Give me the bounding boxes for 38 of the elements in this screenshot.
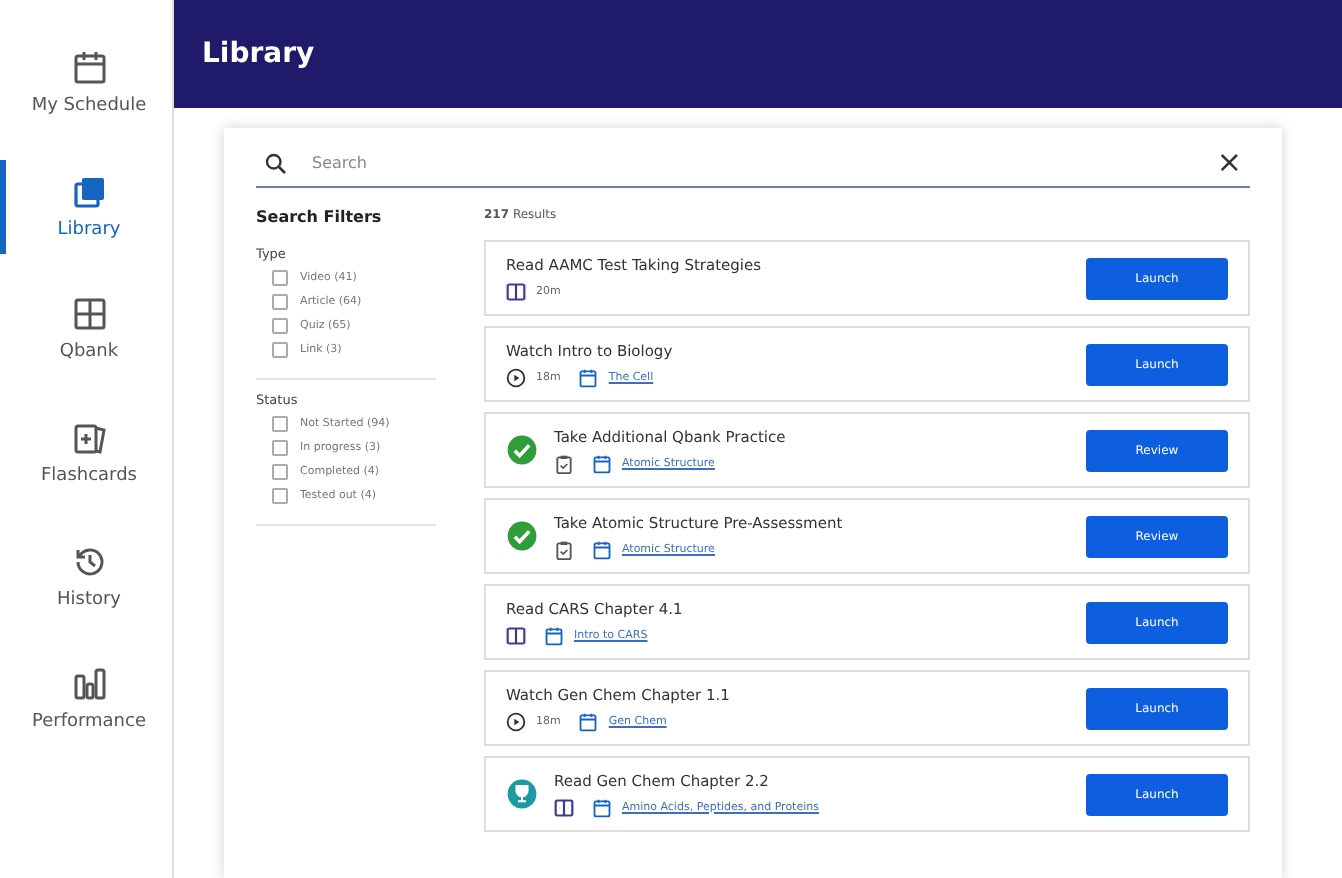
book-icon xyxy=(506,281,526,301)
clipboard-icon xyxy=(554,539,574,559)
checkbox[interactable] xyxy=(272,342,288,358)
play-circle-icon xyxy=(506,367,526,387)
trophy-badge-icon xyxy=(506,778,538,810)
check-circle-icon xyxy=(506,520,538,552)
book-icon xyxy=(506,625,526,645)
page-title: Library xyxy=(202,38,315,70)
sidebar-item[interactable]: My Schedule xyxy=(0,36,172,132)
filters-heading: Search Filters xyxy=(256,208,384,226)
check-circle-icon xyxy=(506,434,538,466)
checkbox[interactable] xyxy=(272,488,288,504)
grid-icon xyxy=(69,294,109,335)
checkbox[interactable] xyxy=(272,294,288,310)
sidebar-item[interactable]: History xyxy=(0,529,172,625)
checkbox[interactable] xyxy=(272,270,288,286)
sidebar-item[interactable]: Qbank xyxy=(0,282,172,379)
clipboard-icon xyxy=(554,453,574,473)
search-field[interactable]: Search × xyxy=(256,144,1250,188)
calendar-icon xyxy=(578,367,599,387)
bar-chart-icon xyxy=(69,664,109,705)
calendar-icon xyxy=(592,539,612,559)
checkbox[interactable] xyxy=(272,318,288,334)
calendar-icon xyxy=(578,711,599,731)
book-icon xyxy=(554,797,574,817)
close-button[interactable]: × xyxy=(1216,148,1242,178)
play-circle-icon xyxy=(506,711,526,731)
checkbox[interactable] xyxy=(272,416,288,432)
checkbox[interactable] xyxy=(272,440,288,456)
calendar-icon xyxy=(544,625,564,645)
sidebar-item[interactable]: Flashcards xyxy=(0,406,172,502)
calendar-icon xyxy=(69,48,109,88)
sidebar-item[interactable]: Performance xyxy=(0,652,172,749)
calendar-icon xyxy=(592,797,612,817)
search-icon xyxy=(264,151,288,175)
checkbox[interactable] xyxy=(272,464,288,480)
calendar-icon xyxy=(592,453,612,473)
sidebar-item[interactable]: Library xyxy=(0,159,172,255)
